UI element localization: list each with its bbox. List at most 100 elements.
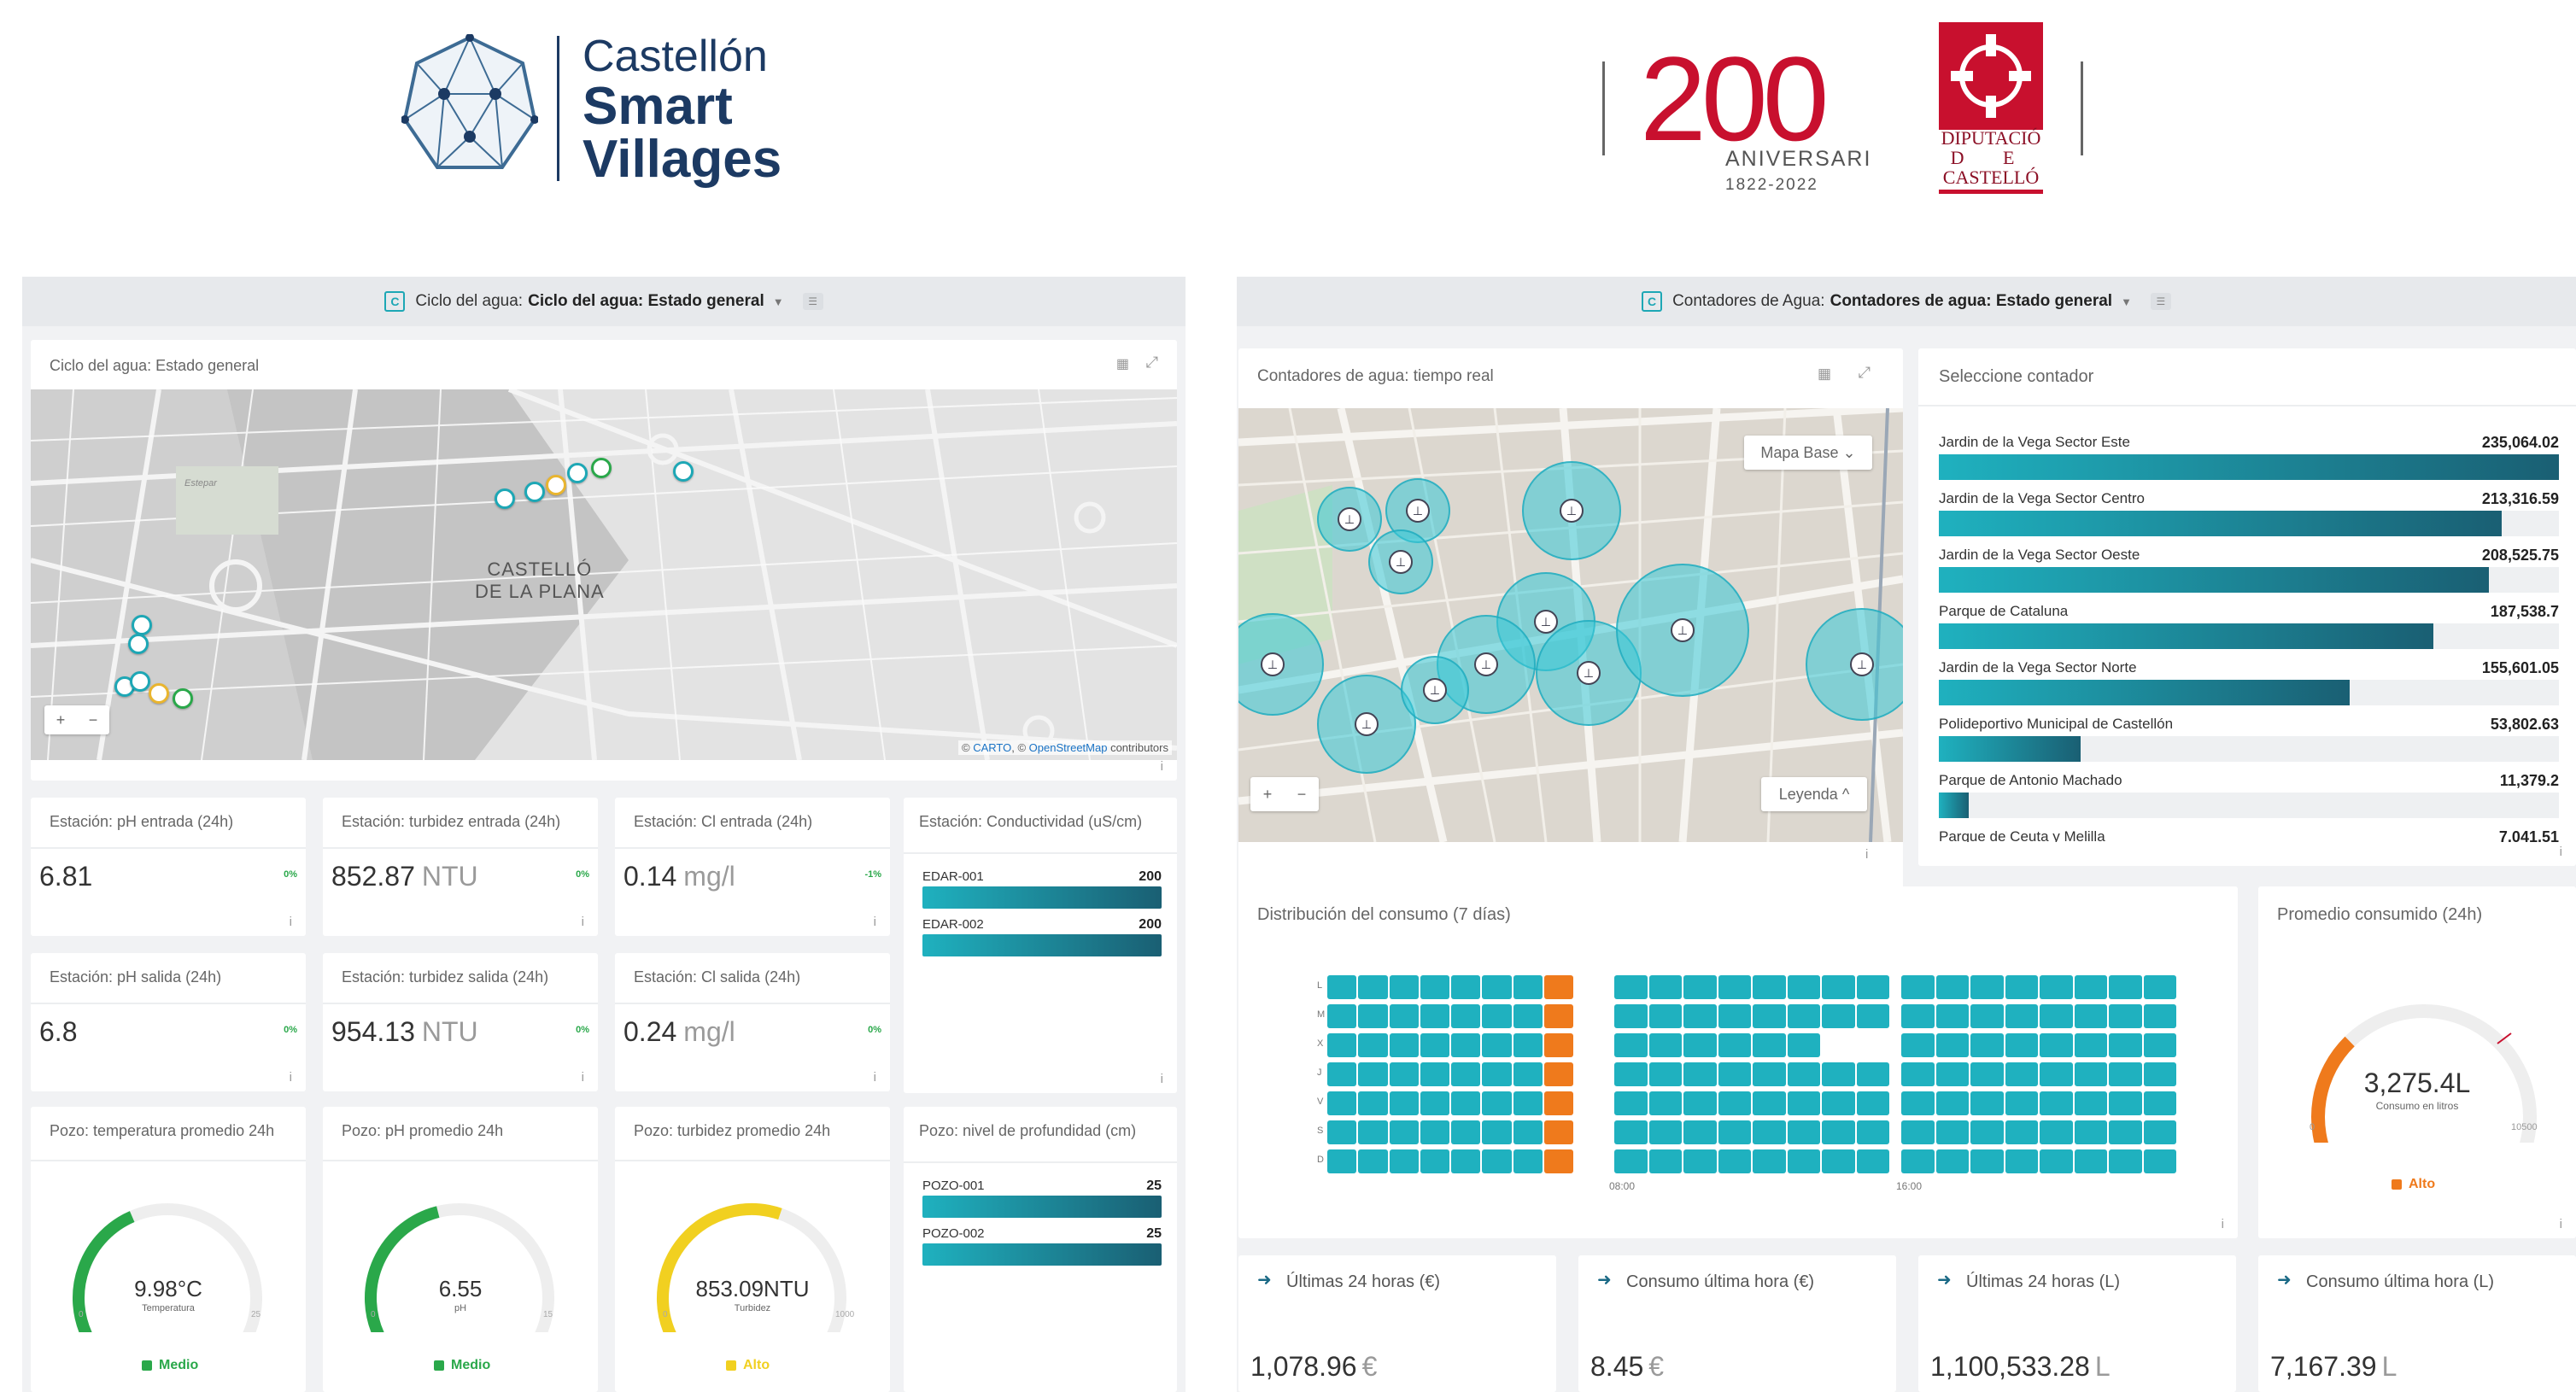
meter-label[interactable]: Jardin de la Vega Sector Este — [1939, 434, 2130, 451]
heatmap-cell[interactable] — [1327, 1091, 1357, 1115]
heatmap-cell[interactable] — [2005, 1062, 2038, 1086]
heatmap-cell[interactable] — [2109, 1033, 2142, 1057]
info-icon[interactable]: i — [1865, 847, 1868, 862]
info-icon[interactable]: i — [1161, 759, 1163, 774]
heatmap-cell[interactable] — [2005, 1091, 2038, 1115]
heatmap-cell[interactable] — [1543, 1062, 1573, 1086]
heatmap-cell[interactable] — [2109, 1149, 2142, 1173]
heatmap-cell[interactable] — [1683, 1062, 1717, 1086]
heatmap-cell[interactable] — [1420, 1149, 1449, 1173]
meter-bar-track[interactable] — [1939, 793, 2559, 818]
heatmap-cell[interactable] — [1358, 1120, 1388, 1144]
table-icon[interactable]: ▦ — [1818, 366, 1831, 383]
tap-icon[interactable]: ⊥ — [1671, 618, 1695, 642]
summary-card[interactable]: ➜ Consumo última hora (€) 8.45 € — [1578, 1255, 1896, 1392]
heatmap-cell[interactable] — [1856, 975, 1889, 999]
meter-label[interactable]: Jardin de la Vega Sector Oeste — [1939, 547, 2140, 564]
heatmap-cell[interactable] — [1901, 1033, 1935, 1057]
heatmap-cell[interactable] — [1970, 975, 2004, 999]
tap-icon[interactable]: ⊥ — [1423, 678, 1447, 702]
heatmap-cell[interactable] — [1787, 1062, 1820, 1086]
heatmap-cell[interactable] — [1718, 1033, 1751, 1057]
kpi-card[interactable]: Estación: pH entrada (24h) 6.81 0% i — [31, 798, 306, 936]
station-marker-icon[interactable] — [130, 671, 150, 692]
heatmap-cell[interactable] — [1935, 1033, 1969, 1057]
heatmap-cell[interactable] — [1753, 1062, 1786, 1086]
heatmap-cell[interactable] — [1683, 1120, 1717, 1144]
heatmap-cell[interactable] — [1358, 1004, 1388, 1028]
heatmap-cell[interactable] — [2040, 1062, 2073, 1086]
heatmap-cell[interactable] — [1543, 1120, 1573, 1144]
heatmap-cell[interactable] — [1935, 1004, 1969, 1028]
heatmap-cell[interactable] — [1901, 1091, 1935, 1115]
info-icon[interactable]: i — [874, 1070, 876, 1085]
gauge-card[interactable]: Pozo: turbidez promedio 24h 853.09NTU Turb… — [615, 1107, 890, 1392]
heatmap-cell[interactable] — [1389, 1062, 1419, 1086]
heatmap-cell[interactable] — [1327, 1120, 1357, 1144]
meter-bar-track[interactable] — [1939, 567, 2559, 593]
heatmap-cell[interactable] — [1683, 1149, 1717, 1173]
heatmap-cell[interactable] — [1683, 975, 1717, 999]
tap-icon[interactable]: ⊥ — [1474, 652, 1498, 676]
heatmap-cell[interactable] — [1753, 1004, 1786, 1028]
heatmap-cell[interactable] — [1718, 975, 1751, 999]
heatmap-cell[interactable] — [2040, 1091, 2073, 1115]
heatmap-cell[interactable] — [1451, 1120, 1481, 1144]
heatmap-cell[interactable] — [2074, 1033, 2107, 1057]
heatmap-cell[interactable] — [2143, 1120, 2176, 1144]
tap-icon[interactable]: ⊥ — [1406, 499, 1430, 523]
heatmap-cell[interactable] — [1482, 1091, 1512, 1115]
tap-icon[interactable]: ⊥ — [1534, 610, 1558, 634]
info-icon[interactable]: i — [2560, 845, 2562, 859]
heatmap-cell[interactable] — [2109, 1004, 2142, 1028]
heatmap-cell[interactable] — [1648, 1004, 1682, 1028]
station-marker-icon[interactable] — [149, 683, 169, 704]
kpi-card[interactable]: Estación: turbidez entrada (24h) 852.87 NT… — [323, 798, 598, 936]
heatmap-cell[interactable] — [1482, 1062, 1512, 1086]
tap-icon[interactable]: ⊥ — [1261, 652, 1285, 676]
heatmap-cell[interactable] — [1543, 1033, 1573, 1057]
heatmap-cell[interactable] — [2109, 1091, 2142, 1115]
heatmap-cell[interactable] — [1358, 1033, 1388, 1057]
tap-icon[interactable]: ⊥ — [1389, 550, 1413, 574]
heatmap-cell[interactable] — [1389, 1120, 1419, 1144]
heatmap-cell[interactable] — [1389, 1149, 1419, 1173]
heatmap-cell[interactable] — [1420, 1033, 1449, 1057]
heatmap-cell[interactable] — [1451, 1004, 1481, 1028]
heatmap-cell[interactable] — [2005, 1149, 2038, 1173]
legend-button[interactable]: Leyenda ^ — [1761, 777, 1867, 811]
summary-card[interactable]: ➜ Últimas 24 horas (L) 1,100,533.28 L — [1918, 1255, 2236, 1392]
info-icon[interactable]: i — [582, 1070, 584, 1085]
carto-link[interactable]: CARTO — [973, 741, 1011, 754]
heatmap-cell[interactable] — [1420, 975, 1449, 999]
heatmap-cell[interactable] — [1935, 1149, 1969, 1173]
info-icon[interactable]: i — [290, 1070, 292, 1085]
heatmap-cell[interactable] — [1482, 1033, 1512, 1057]
heatmap-cell[interactable] — [1901, 1004, 1935, 1028]
meter-label[interactable]: Parque de Cataluna — [1939, 603, 2068, 620]
heatmap-cell[interactable] — [1513, 975, 1543, 999]
tap-icon[interactable]: ⊥ — [1560, 499, 1584, 523]
heatmap-cell[interactable] — [1543, 1149, 1573, 1173]
base-map-button[interactable]: Mapa Base ⌄ — [1744, 436, 1872, 470]
heatmap-cell[interactable] — [1482, 1120, 1512, 1144]
heatmap-cell[interactable] — [1822, 1120, 1855, 1144]
heatmap-cell[interactable] — [1856, 1149, 1889, 1173]
heatmap-cell[interactable] — [2074, 1091, 2107, 1115]
heatmap-cell[interactable] — [1389, 1033, 1419, 1057]
tap-icon[interactable]: ⊥ — [1338, 507, 1361, 531]
heatmap-cell[interactable] — [1718, 1062, 1751, 1086]
bar-fill[interactable] — [922, 886, 1162, 909]
meter-bar-track[interactable] — [1939, 454, 2559, 480]
heatmap-cell[interactable] — [1753, 975, 1786, 999]
heatmap-cell[interactable] — [1683, 1033, 1717, 1057]
heatmap-cell[interactable] — [2109, 975, 2142, 999]
heatmap-cell[interactable] — [1327, 1004, 1357, 1028]
heatmap-cell[interactable] — [1513, 1091, 1543, 1115]
heatmap-cell[interactable] — [1614, 1033, 1648, 1057]
heatmap-cell[interactable] — [2074, 975, 2107, 999]
info-icon[interactable]: i — [2560, 1217, 2562, 1231]
station-marker-icon[interactable] — [495, 488, 515, 509]
heatmap-cell[interactable] — [1327, 1033, 1357, 1057]
meter-label[interactable]: Parque de Antonio Machado — [1939, 772, 2122, 789]
